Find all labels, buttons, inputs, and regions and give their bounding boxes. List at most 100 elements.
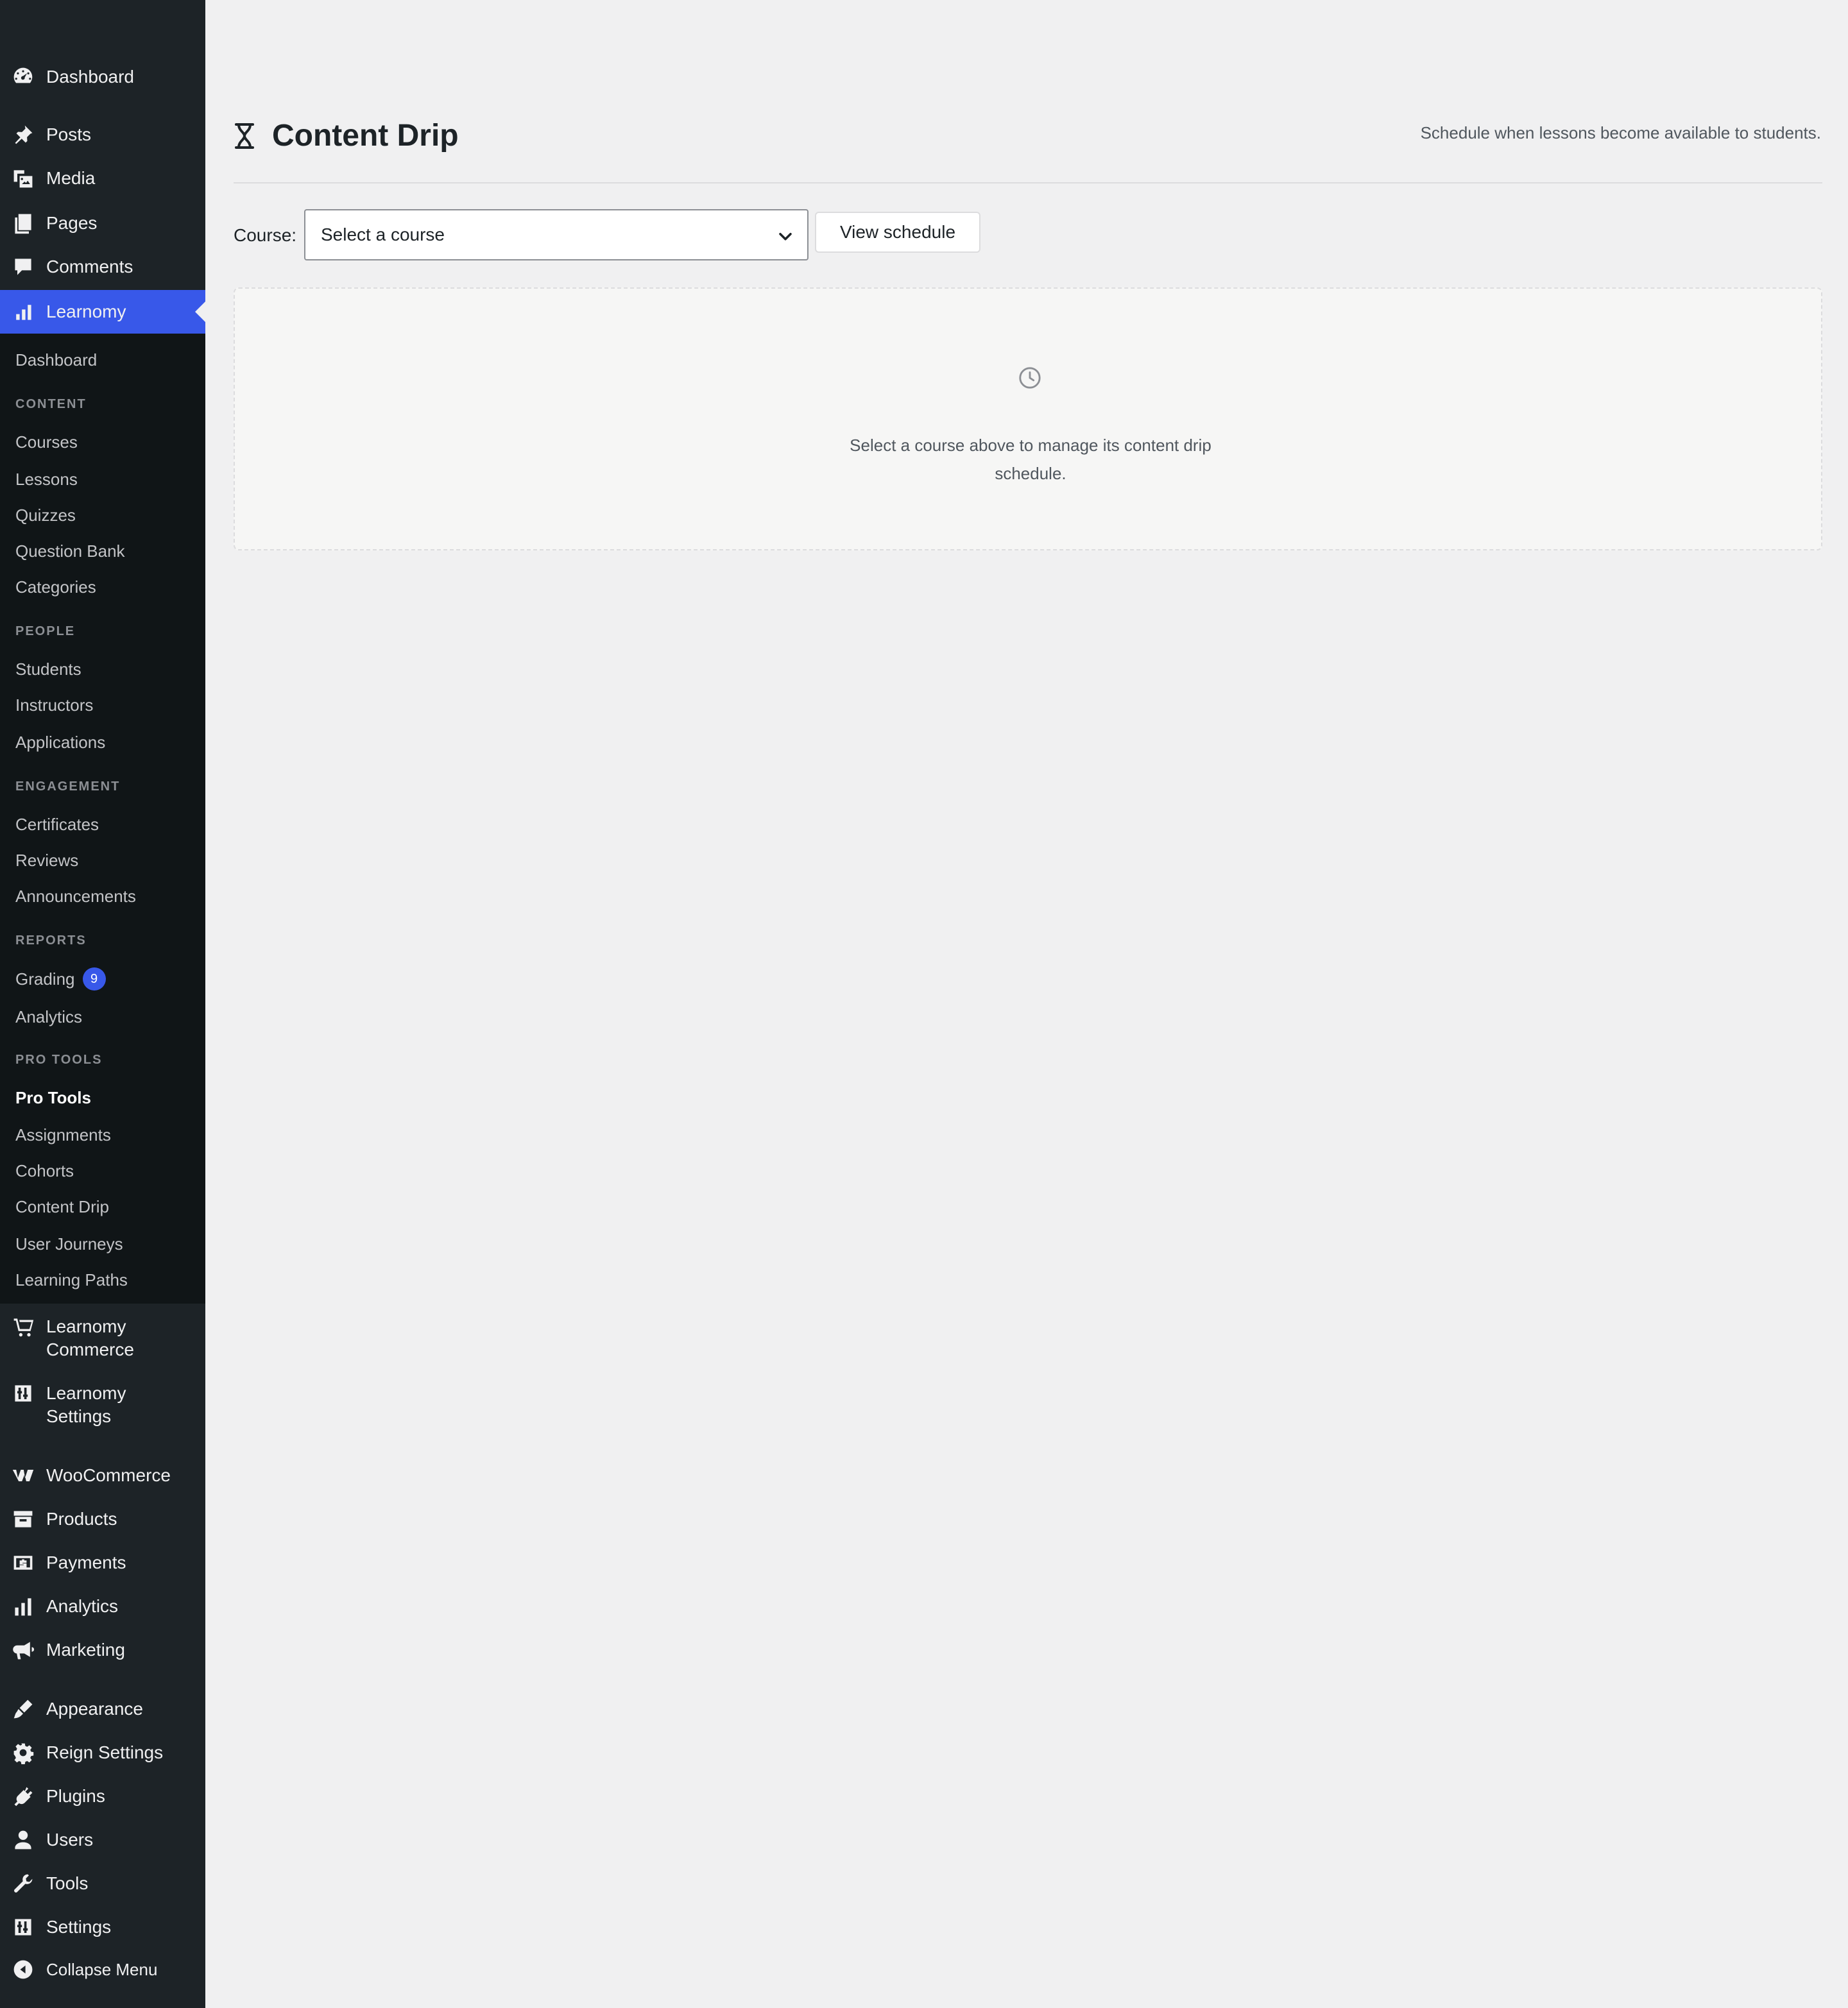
empty-state: Select a course above to manage its cont…	[234, 287, 1822, 550]
archive-icon	[0, 1508, 46, 1531]
submenu-heading-people: PEOPLE	[15, 624, 76, 638]
menu-item-products[interactable]: Products	[0, 1508, 205, 1531]
page-title: Content Drip	[272, 119, 459, 153]
menu-item-posts[interactable]: Posts	[0, 123, 205, 146]
pin-icon	[0, 123, 46, 146]
header-divider	[234, 182, 1822, 183]
collapse-menu-button[interactable]: Collapse Menu	[0, 1958, 205, 1981]
submenu-question-bank[interactable]: Question Bank	[15, 541, 125, 561]
cart-icon	[0, 1315, 46, 1338]
submenu-content-drip[interactable]: Content Drip	[15, 1197, 109, 1216]
submenu-students[interactable]: Students	[15, 659, 81, 679]
menu-item-dashboard[interactable]: Dashboard	[0, 65, 205, 89]
submenu-analytics[interactable]: Analytics	[15, 1007, 82, 1026]
course-label: Course:	[234, 225, 297, 245]
submenu-courses[interactable]: Courses	[15, 432, 78, 452]
megaphone-icon	[0, 1638, 46, 1662]
menu-label: Analytics	[46, 1596, 119, 1616]
menu-label: Comments	[46, 257, 133, 277]
submenu-heading-pro-tools: PRO TOOLS	[15, 1053, 103, 1067]
woocommerce-icon	[0, 1464, 46, 1487]
menu-label: Plugins	[46, 1786, 105, 1806]
submenu-applications[interactable]: Applications	[15, 733, 105, 752]
dashboard-icon	[0, 65, 46, 89]
gear-icon	[0, 1741, 46, 1764]
menu-item-payments[interactable]: Payments	[0, 1551, 205, 1574]
media-icon	[0, 167, 46, 190]
menu-item-tools[interactable]: Tools	[0, 1872, 205, 1895]
menu-label: Appearance	[46, 1699, 144, 1719]
menu-label: Settings	[46, 1917, 112, 1937]
menu-item-settings[interactable]: Settings	[0, 1916, 205, 1939]
submenu-announcements[interactable]: Announcements	[15, 887, 136, 906]
menu-item-plugins[interactable]: Plugins	[0, 1785, 205, 1808]
bar-chart-icon	[0, 300, 46, 323]
admin-sidebar: Dashboard Posts Media Pages Comments Lea…	[0, 0, 205, 2008]
settings-sliders-icon	[0, 1382, 46, 1405]
submenu-categories[interactable]: Categories	[15, 577, 96, 597]
comments-icon	[0, 255, 46, 278]
learnomy-submenu: Dashboard CONTENT Courses Lessons Quizze…	[0, 334, 205, 1304]
menu-label: Products	[46, 1509, 117, 1529]
menu-item-pages[interactable]: Pages	[0, 212, 205, 235]
menu-item-appearance[interactable]: Appearance	[0, 1697, 205, 1721]
menu-item-media[interactable]: Media	[0, 167, 205, 190]
submenu-assignments[interactable]: Assignments	[15, 1125, 111, 1144]
menu-label: Users	[46, 1830, 94, 1850]
menu-label: Dashboard	[46, 67, 134, 87]
submenu-dashboard[interactable]: Dashboard	[15, 350, 97, 370]
wrench-icon	[0, 1872, 46, 1895]
submenu-heading-engagement: ENGAGEMENT	[15, 779, 121, 794]
submenu-reviews[interactable]: Reviews	[15, 851, 78, 870]
menu-item-learnomy-commerce[interactable]: Learnomy Commerce	[0, 1315, 205, 1361]
submenu-cohorts[interactable]: Cohorts	[15, 1161, 74, 1180]
menu-label: Posts	[46, 124, 92, 144]
menu-item-learnomy-settings[interactable]: Learnomy Settings	[0, 1382, 205, 1428]
menu-item-comments[interactable]: Comments	[0, 255, 205, 278]
menu-item-analytics[interactable]: Analytics	[0, 1595, 205, 1618]
submenu-user-journeys[interactable]: User Journeys	[15, 1234, 123, 1254]
menu-label: Marketing	[46, 1640, 125, 1660]
user-icon	[0, 1828, 46, 1851]
menu-item-users[interactable]: Users	[0, 1828, 205, 1851]
chevron-down-icon	[779, 233, 792, 241]
clock-icon	[1019, 367, 1041, 389]
plug-icon	[0, 1785, 46, 1808]
collapse-icon	[0, 1958, 46, 1981]
menu-item-reign-settings[interactable]: Reign Settings	[0, 1741, 205, 1764]
menu-label: Pages	[46, 213, 98, 233]
menu-label: Reign Settings	[46, 1742, 164, 1762]
brush-icon	[0, 1697, 46, 1721]
main-content: Content Drip Schedule when lessons becom…	[205, 0, 1848, 2008]
menu-item-learnomy[interactable]: Learnomy	[0, 290, 205, 334]
page-description: Schedule when lessons become available t…	[1420, 123, 1821, 142]
grading-count-badge: 9	[82, 967, 106, 991]
dollar-icon	[0, 1551, 46, 1574]
submenu-certificates[interactable]: Certificates	[15, 815, 99, 834]
menu-item-woocommerce[interactable]: WooCommerce	[0, 1464, 205, 1487]
submenu-heading-content: CONTENT	[15, 397, 87, 411]
submenu-instructors[interactable]: Instructors	[15, 695, 93, 715]
empty-state-message: Select a course above to manage its cont…	[850, 436, 1211, 483]
submenu-quizzes[interactable]: Quizzes	[15, 506, 76, 525]
submenu-heading-reports: REPORTS	[15, 933, 87, 948]
menu-label: Learnomy	[46, 302, 126, 321]
menu-label: Learnomy Commerce	[46, 1316, 134, 1359]
menu-item-marketing[interactable]: Marketing	[0, 1638, 205, 1662]
bar-chart-icon	[0, 1595, 46, 1618]
submenu-grading-label: Grading	[15, 969, 75, 989]
menu-label: Media	[46, 168, 96, 188]
menu-label: WooCommerce	[46, 1465, 171, 1485]
settings-sliders-icon	[0, 1916, 46, 1939]
course-select[interactable]: Select a course	[304, 209, 809, 260]
menu-label: Learnomy Settings	[46, 1383, 126, 1426]
view-schedule-button[interactable]: View schedule	[815, 212, 980, 253]
menu-label: Collapse Menu	[46, 1960, 158, 1979]
menu-label: Tools	[46, 1873, 89, 1893]
menu-label: Payments	[46, 1553, 126, 1572]
submenu-lessons[interactable]: Lessons	[15, 470, 78, 489]
pages-icon	[0, 212, 46, 235]
submenu-pro-tools[interactable]: Pro Tools	[15, 1088, 91, 1107]
submenu-learning-paths[interactable]: Learning Paths	[15, 1270, 128, 1289]
submenu-grading[interactable]: Grading 9	[15, 967, 106, 992]
